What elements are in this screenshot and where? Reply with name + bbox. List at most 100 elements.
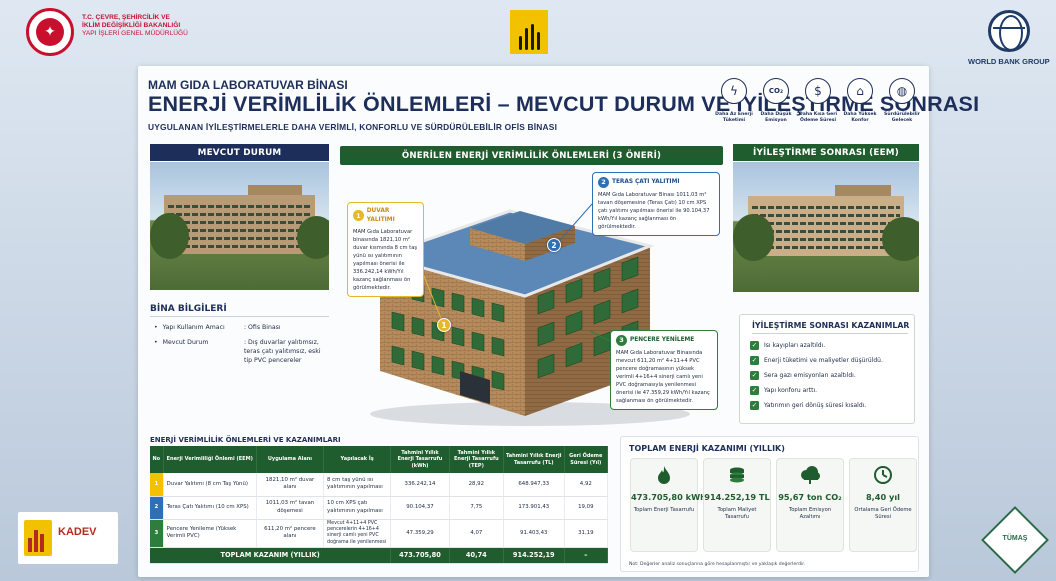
kpi-payback: 8,40 yıl Ortalama Geri Ödeme Süresi: [849, 458, 917, 552]
kadev-label: KADEV: [58, 526, 97, 538]
yig-logo: [510, 10, 548, 54]
flame-icon: [631, 465, 697, 485]
column-header: Tahmini Yıllık Enerji Tasarrufu (kWh): [390, 446, 450, 473]
globe-icon: ◍: [889, 78, 915, 104]
benefit-emission: CO₂ Daha Düşük Emisyon: [756, 78, 796, 124]
clock-icon: [850, 465, 916, 485]
kpi-caption: Toplam Maliyet Tasarrufu: [717, 507, 757, 521]
kpi-value: 473.705,80 kWh: [631, 492, 706, 502]
benefit-label: Sürdürülebilir Gelecek: [884, 112, 920, 123]
cell-kwh: 336.242,14: [390, 473, 450, 497]
kpi-caption: Toplam Emisyon Azaltımı: [788, 507, 832, 521]
kazanimlar-title: İYİLEŞTİRME SONRASI KAZANIMLAR: [752, 321, 910, 330]
bina-key: Yapı Kullanım Amacı: [154, 324, 244, 333]
bina-value: : Dış duvarlar yalıtımsız, teras çatı ya…: [244, 339, 321, 364]
cell-is: 10 cm XPS çatı yalıtımının yapılması: [323, 496, 392, 520]
bina-row: Yapı Kullanım Amacı : Ofis Binası: [154, 324, 324, 333]
benefit-label: Daha Az Enerji Tüketimi: [715, 112, 753, 123]
ministry-line-3: YAPI İŞLERİ GENEL MÜDÜRLÜĞÜ: [82, 30, 188, 38]
kazanim-item: ✓ Yatırımın geri dönüş süresi kısaldı.: [750, 401, 866, 410]
table-header-row: No Enerji Verimliliği Önlemi (EEM) Uygul…: [150, 446, 609, 473]
page-subtitle: UYGULANAN İYİLEŞTİRMELERLE DAHA VERİMLİ,…: [148, 122, 558, 132]
callout-text: MAM Gıda Laboratuvar Binasında mevcut 61…: [616, 350, 710, 405]
check-icon: ✓: [750, 371, 759, 380]
kpi-caption: Ortalama Geri Ödeme Süresi: [854, 507, 912, 521]
cell-eem: Pencere Yenileme (Yüksek Verimli PVC): [163, 519, 257, 549]
kpi-emission: 95,67 ton CO₂ Toplam Emisyon Azaltımı: [776, 458, 844, 552]
column-header: Uygulama Alanı: [256, 446, 325, 473]
ministry-logo: ✦: [26, 8, 74, 56]
cell-kwh: 90.104,37: [390, 496, 450, 520]
total-yil: –: [564, 547, 609, 565]
cell-tep: 7,75: [449, 496, 504, 520]
cloud-icon: [777, 465, 843, 485]
cell-alan: 611,20 m² pencere alanı: [256, 519, 325, 549]
cell-tep: 28,92: [449, 473, 504, 497]
callout-teras-cati: 2 TERAS ÇATI YALITIMI MAM Gıda Laboratuva…: [592, 172, 720, 237]
world-bank-label: WORLD BANK GROUP: [968, 57, 1050, 66]
kazanim-text: Sera gazı emisyonları azaltıldı.: [764, 372, 856, 379]
total-label: TOPLAM KAZANIM (YILLIK): [150, 547, 392, 565]
kazanim-item: ✓ Enerji tüketimi ve maliyetler düşürüldü…: [750, 356, 883, 365]
cell-yil: 31,19: [564, 519, 609, 549]
building-photo-before: [150, 162, 329, 290]
cell-is: 8 cm taş yünü ısı yalıtımının yapılması: [323, 473, 392, 497]
total-tep: 40,74: [449, 547, 504, 565]
kazanim-item: ✓ Sera gazı emisyonları azaltıldı.: [750, 371, 856, 380]
cell-yil: 4,92: [564, 473, 609, 497]
total-kwh: 473.705,80: [390, 547, 450, 565]
column-header: Yapılacak İş: [323, 446, 392, 473]
table-row: 3 Pencere Yenileme (Yüksek Verimli PVC) …: [150, 519, 609, 549]
money-icon: $: [805, 78, 831, 104]
total-tl: 914.252,19: [503, 547, 565, 565]
callout-number: 1: [353, 210, 364, 222]
kazanim-text: Enerji tüketimi ve maliyetler düşürüldü.: [764, 357, 883, 364]
check-icon: ✓: [750, 386, 759, 395]
building-name: MAM GIDA LABORATUVAR BİNASI: [148, 78, 348, 92]
callout-title: PENCERE YENİLEME: [630, 337, 695, 343]
cell-eem: Teras Çatı Yalıtımı (10 cm XPS): [163, 496, 257, 520]
coins-icon: [704, 465, 770, 485]
benefit-label: Daha Düşük Emisyon: [760, 112, 792, 123]
footnote: Not: Değerler analiz sonuçlarına göre he…: [629, 562, 806, 567]
toplam-title: TOPLAM ENERJİ KAZANIMI (YILLIK): [629, 444, 785, 453]
kpi-value: 95,67 ton CO₂: [778, 492, 842, 502]
table-row: 1 Duvar Yalıtımı (8 cm Taş Yünü) 1821,10…: [150, 473, 609, 497]
onerilen-header: ÖNERİLEN ENERJİ VERİMLİLİK ÖNLEMLERİ (3 …: [340, 146, 723, 165]
callout-number: 2: [598, 177, 609, 188]
divider: [150, 316, 329, 317]
bina-key: Mevcut Durum: [154, 339, 244, 366]
table-title: ENERJİ VERİMLİLİK ÖNLEMLERİ VE KAZANIMLA…: [150, 436, 341, 444]
kadev-logo: KADEV: [18, 512, 118, 564]
kazanim-text: Yatırımın geri dönüş süresi kısaldı.: [764, 402, 867, 409]
row-number: 3: [150, 519, 164, 549]
callout-duvar-yalitimi: 1 DUVAR YALITIMI MAM Gıda Laboratuvar bin…: [347, 202, 424, 298]
kpi-value: 8,40 yıl: [865, 492, 900, 502]
divider: [752, 333, 908, 334]
callout-title: DUVAR YALITIMI: [366, 208, 395, 223]
ministry-name: T.C. ÇEVRE, ŞEHİRCİLİK VE İKLİM DEĞİŞİKL…: [82, 14, 188, 39]
table-total-row: TOPLAM KAZANIM (YILLIK) 473.705,80 40,74…: [150, 547, 609, 565]
callout-text: MAM Gıda Laboratuvar binasında 1821,10 m…: [353, 228, 418, 292]
bina-bilgileri-title: BİNA BİLGİLERİ: [150, 304, 227, 314]
marker-1: 1: [437, 318, 451, 332]
cell-is: Mevcut 4+11+4 PVC pencerelerin 4+16+4 si…: [323, 519, 392, 549]
column-header: Tahmini Yıllık Enerji Tasarrufu (TEP): [449, 446, 504, 473]
cell-tep: 4,07: [449, 519, 504, 549]
tumas-label: TÜMAŞ: [1002, 535, 1028, 542]
bina-row: Mevcut Durum : Dış duvarlar yalıtımsız, …: [154, 339, 324, 366]
cell-alan: 1821,10 m² duvar alanı: [256, 473, 325, 497]
eem-table: No Enerji Verimliliği Önlemi (EEM) Uygul…: [150, 446, 609, 565]
callout-text: MAM Gıda Laboratuvar Binası 1011,03 m² t…: [598, 192, 710, 231]
cell-tl: 648.947,33: [503, 473, 565, 497]
benefit-label: Daha Yüksek Konfor: [843, 112, 877, 123]
bina-value: : Ofis Binası: [244, 324, 281, 331]
callout-pencere: 3 PENCERE YENİLEME MAM Gıda Laboratuvar B…: [610, 330, 718, 411]
check-icon: ✓: [750, 341, 759, 350]
column-header: Enerji Verimliliği Önlemi (EEM): [163, 446, 257, 473]
callout-number: 3: [616, 335, 627, 346]
world-bank-globe-logo: [988, 10, 1030, 52]
benefit-energy: ϟ Daha Az Enerji Tüketimi: [714, 78, 754, 124]
cell-alan: 1011,03 m² tavan döşemesi: [256, 496, 325, 520]
benefit-payback: $ Daha Kısa Geri Ödeme Süresi: [798, 78, 838, 124]
